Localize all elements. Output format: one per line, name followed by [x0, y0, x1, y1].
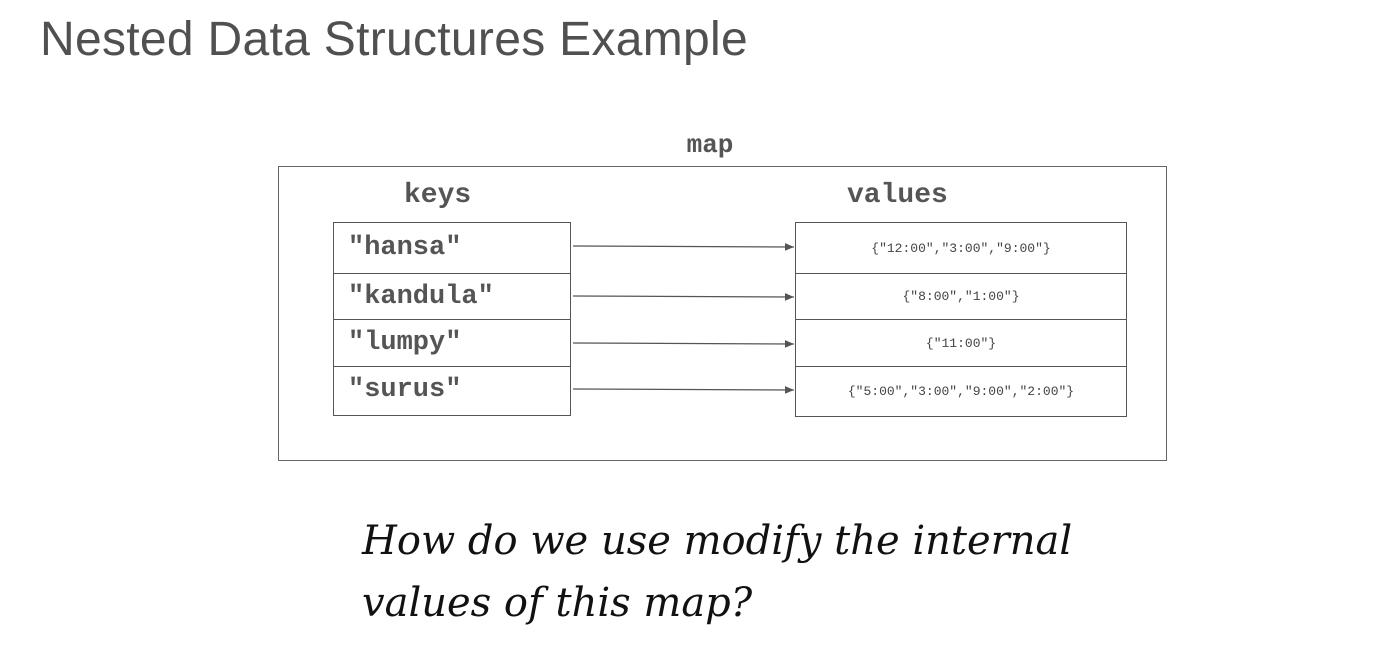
question-line-1: How do we use modify the internal	[362, 518, 1073, 564]
arrow-icon	[572, 243, 795, 251]
arrow-icon	[572, 386, 795, 394]
arrow-icon	[572, 340, 795, 348]
arrow-icon	[572, 293, 795, 301]
question-text: How do we use modify the internal values…	[362, 510, 1162, 634]
question-line-2: values of this map?	[362, 580, 753, 626]
